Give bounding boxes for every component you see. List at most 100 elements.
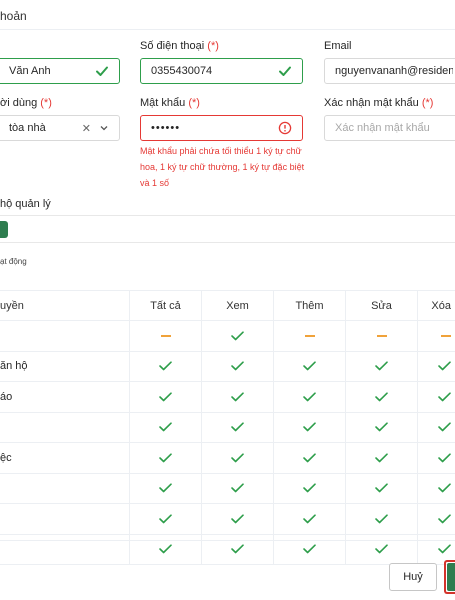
- permission-toggle-delete[interactable]: [418, 382, 455, 412]
- permission-toggle-edit[interactable]: [346, 473, 418, 503]
- check-icon: [231, 361, 244, 371]
- partial-dash-icon: [376, 334, 387, 337]
- permission-toggle-view[interactable]: [202, 321, 274, 351]
- permission-toggle-delete[interactable]: [418, 352, 455, 382]
- check-icon: [375, 422, 388, 432]
- confirm-password-field[interactable]: Xác nhận mật khẩu: [324, 115, 455, 141]
- save-button[interactable]: [447, 563, 455, 591]
- column-header-edit: Sửa: [346, 291, 418, 320]
- phone-label: Số điện thoại (*): [140, 40, 219, 52]
- check-icon: [375, 453, 388, 463]
- password-field[interactable]: ••••••: [140, 115, 303, 141]
- permission-toggle-view[interactable]: [202, 351, 274, 381]
- check-icon: [438, 361, 451, 371]
- check-icon: [159, 544, 172, 554]
- permission-toggle-delete[interactable]: [418, 413, 455, 443]
- permission-toggle-view[interactable]: [202, 473, 274, 503]
- permission-toggle-add[interactable]: [274, 351, 346, 381]
- permission-toggle-all[interactable]: [130, 412, 202, 442]
- check-icon: [159, 422, 172, 432]
- user-type-label: ời dùng (*): [0, 97, 52, 109]
- permission-toggle-all[interactable]: [130, 321, 202, 351]
- permission-toggle-delete[interactable]: [418, 321, 455, 351]
- apartment-tag[interactable]: [0, 221, 8, 238]
- check-icon: [303, 361, 316, 371]
- password-value: ••••••: [151, 122, 181, 134]
- check-icon: [159, 453, 172, 463]
- email-value: nguyenvananh@resident.v: [335, 65, 453, 77]
- permission-toggle-edit[interactable]: [346, 534, 418, 564]
- user-type-value: tòa nhà: [9, 122, 46, 134]
- permission-toggle-delete[interactable]: [418, 504, 455, 534]
- permission-toggle-add[interactable]: [274, 504, 346, 534]
- permission-toggle-add[interactable]: [274, 443, 346, 473]
- table-row: [0, 504, 455, 535]
- check-icon: [438, 422, 451, 432]
- permission-toggle-edit[interactable]: [346, 412, 418, 442]
- permission-toggle-add[interactable]: [274, 382, 346, 412]
- permission-toggle-all[interactable]: [130, 504, 202, 534]
- permission-toggle-view[interactable]: [202, 534, 274, 564]
- permission-toggle-view[interactable]: [202, 504, 274, 534]
- phone-field[interactable]: 0355430074: [140, 58, 303, 84]
- valid-check-icon: [279, 66, 291, 76]
- permission-toggle-view[interactable]: [202, 382, 274, 412]
- check-icon: [231, 514, 244, 524]
- permission-name: áo: [0, 382, 130, 412]
- permission-toggle-all[interactable]: [130, 534, 202, 564]
- permission-toggle-view[interactable]: [202, 412, 274, 442]
- check-icon: [231, 544, 244, 554]
- full-name-field[interactable]: Văn Anh: [0, 58, 120, 84]
- permission-name: [0, 534, 130, 564]
- permission-toggle-delete[interactable]: [418, 474, 455, 504]
- cancel-button[interactable]: Huỷ: [389, 563, 437, 591]
- managed-apartments-label: hộ quản lý: [0, 198, 51, 210]
- user-type-select[interactable]: tòa nhà ✕: [0, 115, 120, 141]
- permission-toggle-edit[interactable]: [346, 443, 418, 473]
- partial-dash-icon: [160, 334, 171, 337]
- check-icon: [375, 392, 388, 402]
- modal-header: hoản: [0, 0, 455, 30]
- permission-toggle-all[interactable]: [130, 382, 202, 412]
- clear-icon[interactable]: ✕: [82, 122, 91, 135]
- permission-toggle-add[interactable]: [274, 321, 346, 351]
- permission-toggle-edit[interactable]: [346, 321, 418, 351]
- error-icon: [278, 121, 292, 135]
- permission-toggle-view[interactable]: [202, 443, 274, 473]
- permission-toggle-add[interactable]: [274, 473, 346, 503]
- permission-toggle-edit[interactable]: [346, 351, 418, 381]
- table-row: [0, 321, 455, 352]
- permission-name: [0, 504, 130, 534]
- permission-toggle-edit[interactable]: [346, 382, 418, 412]
- permission-toggle-add[interactable]: [274, 534, 346, 564]
- check-icon: [375, 483, 388, 493]
- check-icon: [231, 392, 244, 402]
- permission-toggle-all[interactable]: [130, 351, 202, 381]
- password-label: Mật khẩu (*): [140, 97, 200, 109]
- check-icon: [159, 361, 172, 371]
- permission-toggle-edit[interactable]: [346, 504, 418, 534]
- check-icon: [438, 483, 451, 493]
- check-icon: [231, 331, 244, 341]
- table-row: [0, 473, 455, 504]
- check-icon: [303, 453, 316, 463]
- full-name-value: Văn Anh: [9, 65, 51, 77]
- divider: [0, 242, 455, 243]
- permission-toggle-all[interactable]: [130, 473, 202, 503]
- partial-dash-icon: [441, 334, 451, 337]
- password-error-text: Mật khẩu phải chứa tối thiểu 1 ký tự chữ…: [140, 146, 305, 188]
- permission-name: [0, 412, 130, 442]
- check-icon: [303, 422, 316, 432]
- email-field[interactable]: nguyenvananh@resident.v: [324, 58, 455, 84]
- check-icon: [303, 392, 316, 402]
- permission-toggle-delete[interactable]: [418, 443, 455, 473]
- check-icon: [159, 392, 172, 402]
- chevron-down-icon[interactable]: [99, 123, 109, 133]
- check-icon: [231, 422, 244, 432]
- check-icon: [438, 544, 451, 554]
- confirm-password-placeholder: Xác nhận mật khẩu: [335, 122, 430, 134]
- permission-toggle-all[interactable]: [130, 443, 202, 473]
- permission-toggle-add[interactable]: [274, 412, 346, 442]
- check-icon: [231, 453, 244, 463]
- check-icon: [375, 514, 388, 524]
